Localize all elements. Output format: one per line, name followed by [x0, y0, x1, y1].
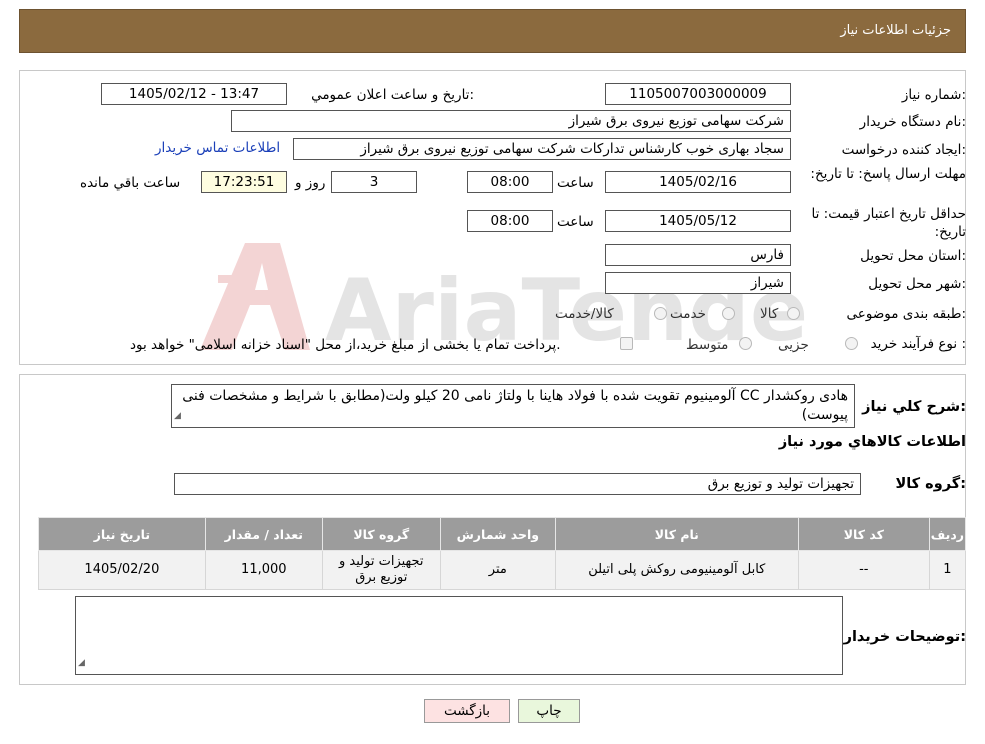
- col-unit: واحد شمارش: [439, 517, 556, 551]
- need-number-field: 1105007003000009: [605, 83, 791, 105]
- buyer-notes-label: توضیحات خریدار:: [843, 629, 966, 645]
- process-option-medium: متوسط: [686, 337, 729, 353]
- process-option-minor: جزیی: [778, 337, 809, 353]
- buyer-org-field: شرکت سهامی توزیع نیروی برق شیراز: [231, 110, 791, 132]
- price-time-field: 08:00: [467, 210, 553, 232]
- requester-label: ایجاد کننده درخواست:: [841, 142, 966, 158]
- summary-text: هادی روکشدار CC آلومینیوم تقویت شده با ف…: [182, 388, 848, 423]
- buyer-contact-link[interactable]: اطلاعات تماس خریدار: [155, 140, 280, 156]
- province-field: فارس: [605, 244, 791, 266]
- resize-grip-icon[interactable]: ◢: [174, 407, 181, 426]
- reply-time-field: 08:00: [467, 171, 553, 193]
- process-radio-medium[interactable]: [739, 337, 752, 350]
- buyer-org-label: نام دستگاه خریدار:: [859, 114, 966, 130]
- announce-datetime-field: 1405/02/12 - 13:47: [101, 83, 287, 105]
- process-type-label: نوع فرآیند خرید :: [870, 336, 966, 352]
- cell-need-date: 1405/02/20: [38, 550, 206, 590]
- buyer-notes-textarea[interactable]: ◢: [75, 596, 843, 675]
- reply-time-label: ساعت: [557, 175, 594, 191]
- category-radio-goods[interactable]: [787, 307, 800, 320]
- city-field: شیراز: [605, 272, 791, 294]
- goods-group-field: تجهیزات تولید و توزیع برق: [174, 473, 861, 495]
- col-quantity: تعداد / مقدار: [204, 517, 323, 551]
- table-header-row: رديف کد کالا نام کالا واحد شمارش گروه کا…: [38, 517, 967, 551]
- goods-table: رديف کد کالا نام کالا واحد شمارش گروه کا…: [38, 517, 967, 590]
- category-option-service: خدمت: [670, 306, 706, 322]
- back-button[interactable]: بازگشت: [424, 699, 510, 723]
- col-goods-group: گروه کالا: [321, 517, 441, 551]
- cell-quantity: 11,000: [204, 550, 323, 590]
- resize-grip-icon[interactable]: ◢: [78, 654, 85, 673]
- category-radio-goods-service[interactable]: [654, 307, 667, 320]
- reply-deadline-label: مهلت ارسال پاسخ: تا تاریخ:: [810, 166, 966, 182]
- category-option-goods: کالا: [760, 306, 779, 322]
- days-label: روز و: [295, 175, 326, 191]
- cell-unit: متر: [439, 550, 556, 590]
- cell-row-number: 1: [928, 550, 967, 590]
- remaining-time-label: ساعت باقي مانده: [80, 175, 181, 191]
- process-radio-minor[interactable]: [845, 337, 858, 350]
- price-validity-label: حداقل تاریخ اعتبار قیمت: تا تاریخ:: [811, 206, 966, 240]
- announce-label: تاریخ و ساعت اعلان عمومي:: [311, 87, 474, 103]
- days-field: 3: [331, 171, 417, 193]
- process-treasury-note: پرداخت تمام یا بخشی از مبلغ خرید،از محل …: [130, 337, 561, 353]
- print-button[interactable]: چاپ: [518, 699, 580, 723]
- page-title: جزئیات اطلاعات نیاز: [840, 23, 951, 38]
- col-goods-code: کد کالا: [797, 517, 930, 551]
- col-need-date: تاریخ نیاز: [38, 517, 206, 551]
- table-row: 1 -- کابل آلومینیومی روکش پلی اتیلن متر …: [38, 550, 967, 590]
- page-header: جزئیات اطلاعات نیاز: [19, 9, 966, 53]
- col-row-number: رديف: [928, 517, 967, 551]
- col-goods-name: نام کالا: [554, 517, 799, 551]
- process-checkbox-treasury[interactable]: [620, 337, 633, 350]
- summary-label: شرح کلي نياز:: [862, 399, 966, 415]
- remaining-time-field: 17:23:51: [201, 171, 287, 193]
- province-label: استان محل تحویل:: [860, 248, 966, 264]
- requester-field: سجاد بهاری خوب کارشناس تدارکات شرکت سهام…: [293, 138, 791, 160]
- category-label: طبقه بندی موضوعی:: [846, 306, 966, 322]
- goods-group-label: گروه کالا:: [895, 476, 966, 492]
- price-time-label: ساعت: [557, 214, 594, 230]
- summary-textarea[interactable]: هادی روکشدار CC آلومینیوم تقویت شده با ف…: [171, 384, 855, 428]
- category-radio-service[interactable]: [722, 307, 735, 320]
- city-label: شهر محل تحویل:: [868, 276, 966, 292]
- cell-goods-group: تجهیزات تولید و توزیع برق: [321, 550, 441, 590]
- category-option-goods-service: کالا/خدمت: [555, 306, 614, 322]
- need-number-label: شماره نیاز:: [901, 87, 966, 103]
- cell-goods-name: کابل آلومینیومی روکش پلی اتیلن: [554, 550, 799, 590]
- price-date-field: 1405/05/12: [605, 210, 791, 232]
- goods-info-title: اطلاعات کالاهاي مورد نياز: [778, 434, 966, 450]
- reply-date-field: 1405/02/16: [605, 171, 791, 193]
- cell-goods-code: --: [797, 550, 930, 590]
